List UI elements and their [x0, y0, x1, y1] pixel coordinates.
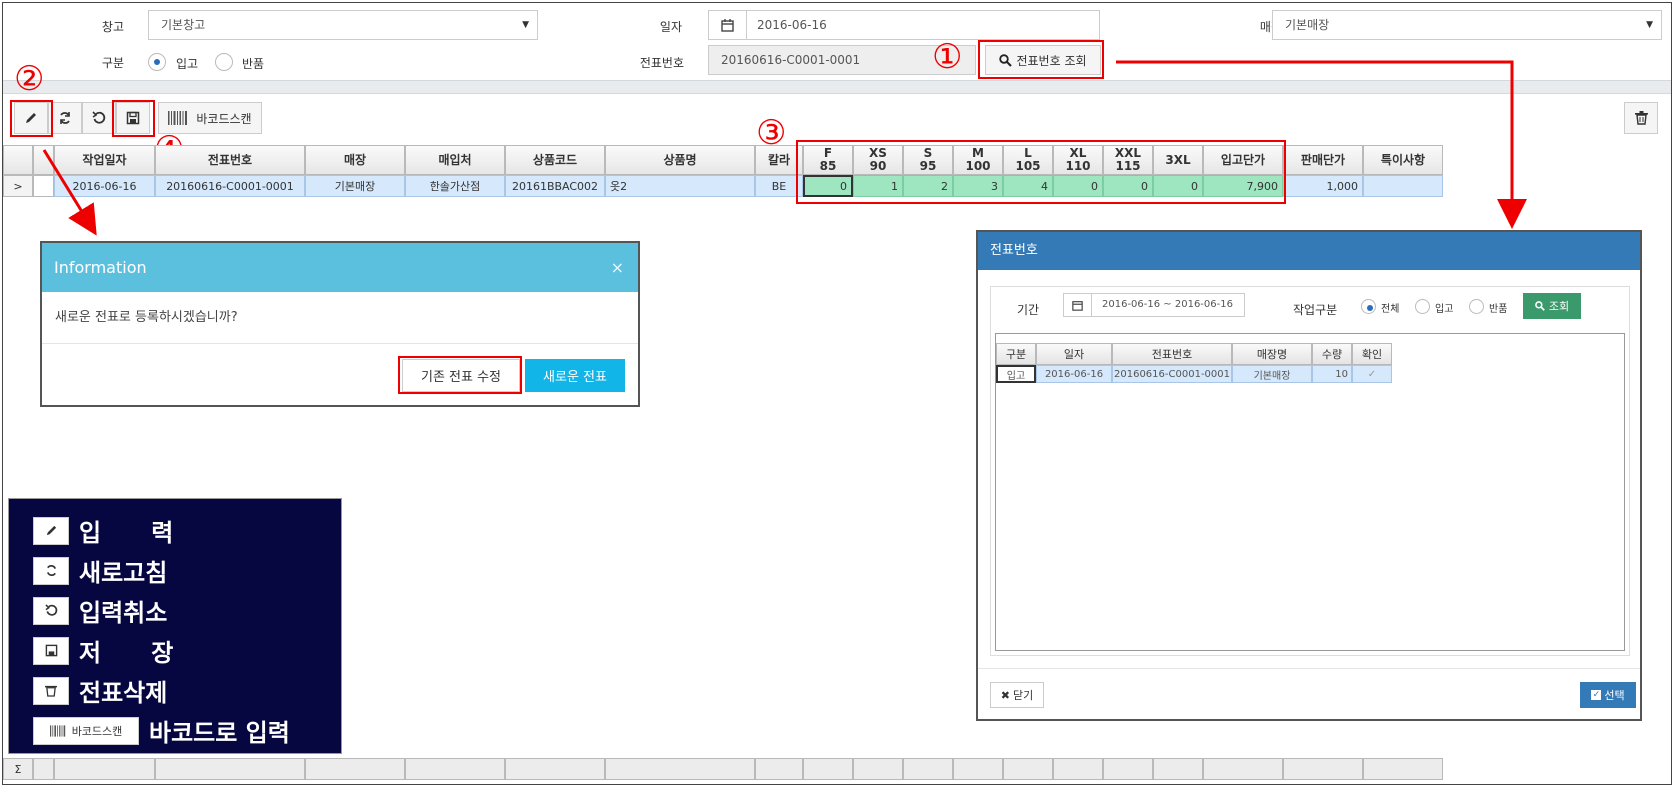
barcode-scan-sample: 바코드스캔 — [33, 716, 139, 745]
slip-modal-title: 전표번호 — [978, 232, 1640, 270]
arrow-to-dialog — [42, 149, 97, 236]
footer-cell — [1283, 758, 1363, 780]
search-icon — [1535, 301, 1545, 311]
save-icon — [33, 636, 69, 665]
modal-close-button[interactable]: ✖ 닫기 — [990, 682, 1044, 708]
col-header[interactable]: 수량 — [1312, 343, 1352, 365]
footer-cell — [1363, 758, 1443, 780]
work-type-option: 입고 — [1435, 304, 1454, 315]
footer-cell — [33, 758, 54, 780]
table-cell[interactable]: 20160616-C0001-0001 — [1112, 365, 1232, 383]
legend-item: 저 장 — [33, 633, 173, 668]
legend-label: 바코드로 입력 — [149, 719, 290, 747]
work-type-option: 전체 — [1381, 304, 1400, 315]
trash-icon — [33, 676, 69, 705]
footer-cell — [605, 758, 755, 780]
footer-cell — [755, 758, 803, 780]
footer-cell — [505, 758, 605, 780]
calendar-icon — [1064, 294, 1092, 316]
col-header[interactable]: 구분 — [996, 343, 1036, 365]
modal-select-button[interactable]: ✓ 선택 — [1580, 682, 1636, 708]
checkbox-icon: ✓ — [1591, 690, 1602, 700]
period-field[interactable]: 2016-06-16 ~ 2016-06-16 — [1063, 293, 1245, 317]
pencil-icon — [33, 516, 69, 545]
period-value: 2016-06-16 ~ 2016-06-16 — [1102, 299, 1233, 310]
footer-cell — [54, 758, 155, 780]
col-header[interactable]: 확인 — [1352, 343, 1392, 365]
legend-label: 전표삭제 — [79, 679, 168, 707]
footer-cell — [1003, 758, 1053, 780]
work-type-radio-all[interactable] — [1361, 299, 1376, 314]
barcode-scan-label: 바코드스캔 — [71, 724, 123, 738]
work-type-radio-return[interactable] — [1469, 299, 1484, 314]
new-slip-button[interactable]: 새로운 전표 — [525, 359, 625, 392]
footer-cell — [1153, 758, 1203, 780]
modal-search-label: 조회 — [1548, 300, 1570, 313]
arrow-to-modal — [1116, 60, 1527, 229]
footer-cell — [305, 758, 405, 780]
undo-icon — [33, 596, 69, 625]
info-dialog: Information × 새로운 전표로 등록하시겠습니까? 기존 전표 수정… — [40, 241, 640, 407]
work-type-option: 반품 — [1489, 304, 1508, 315]
modal-select-label: 선택 — [1604, 689, 1625, 702]
work-type-radio-in[interactable] — [1415, 299, 1430, 314]
slip-modal: 전표번호 기간 2016-06-16 ~ 2016-06-16 작업구분 전체 … — [976, 230, 1642, 721]
work-type-label: 작업구분 — [1293, 303, 1338, 317]
table-cell[interactable]: 입고 — [996, 365, 1036, 383]
close-icon: ✖ — [1000, 688, 1010, 702]
legend-item: 전표삭제 — [33, 673, 167, 708]
check-icon[interactable]: ✓ — [1352, 365, 1392, 383]
footer-cell — [405, 758, 505, 780]
col-header[interactable]: 일자 — [1036, 343, 1112, 365]
modal-footer-divider — [978, 668, 1640, 669]
table-cell[interactable]: 2016-06-16 — [1036, 365, 1112, 383]
callout-box-modify — [398, 356, 522, 394]
footer-cell — [1203, 758, 1283, 780]
footer-cell — [953, 758, 1003, 780]
info-dialog-title: Information — [54, 258, 147, 277]
col-header[interactable]: 매장명 — [1232, 343, 1312, 365]
close-icon[interactable]: × — [611, 243, 624, 292]
legend-label: 입력취소 — [79, 599, 168, 627]
col-header[interactable]: 전표번호 — [1112, 343, 1232, 365]
modal-close-label: 닫기 — [1012, 689, 1034, 702]
footer-cell — [1053, 758, 1103, 780]
legend-item: 입 력 — [33, 513, 173, 548]
legend-label: 저 장 — [79, 639, 174, 667]
footer-cell — [1103, 758, 1153, 780]
refresh-icon — [33, 556, 69, 585]
legend-item: 바코드스캔 바코드로 입력 — [33, 713, 290, 748]
legend-item: 입력취소 — [33, 593, 167, 628]
legend-label: 입 력 — [79, 519, 174, 547]
table-cell[interactable]: 기본매장 — [1232, 365, 1312, 383]
slip-modal-panel: 기간 2016-06-16 ~ 2016-06-16 작업구분 전체 입고 반품… — [990, 286, 1630, 656]
table-cell[interactable]: 10 — [1312, 365, 1352, 383]
sum-icon: Σ — [3, 758, 33, 780]
modal-search-button[interactable]: 조회 — [1523, 293, 1581, 319]
barcode-icon — [49, 724, 65, 737]
info-dialog-message: 새로운 전표로 등록하시겠습니까? — [42, 292, 638, 344]
footer-cell — [155, 758, 305, 780]
legend-item: 새로고침 — [33, 553, 167, 588]
info-dialog-header: Information × — [42, 243, 638, 292]
period-label: 기간 — [1017, 303, 1040, 317]
footer-cell — [803, 758, 853, 780]
footer-cell — [903, 758, 953, 780]
footer-cell — [853, 758, 903, 780]
legend-label: 새로고침 — [79, 559, 168, 587]
legend-panel: 입 력 새로고침 입력취소 저 장 전표삭제 바코드스캔 바코드로 입력 — [8, 498, 342, 754]
